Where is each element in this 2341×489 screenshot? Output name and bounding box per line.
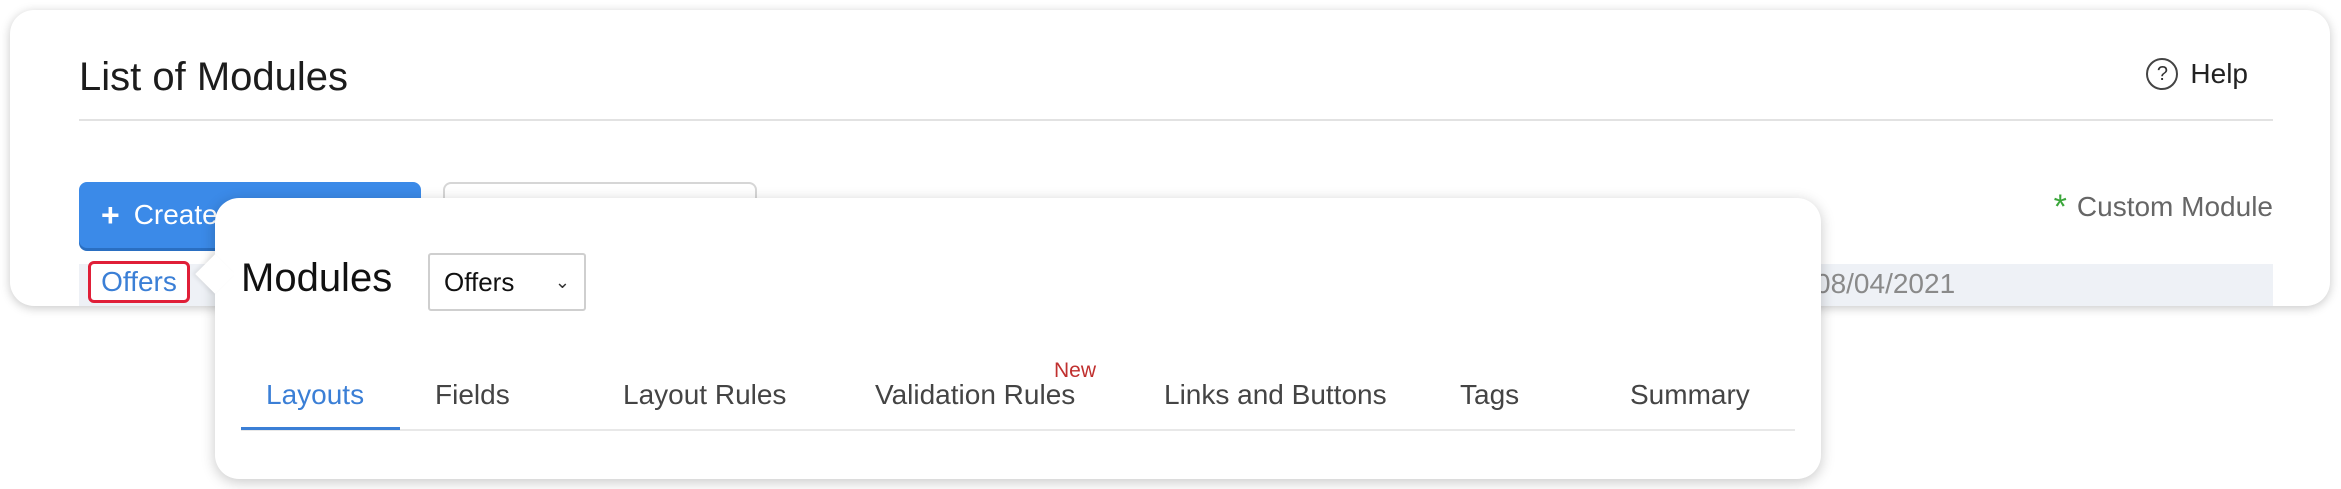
plus-icon: + [101,197,120,233]
help-icon: ? [2146,58,2179,90]
tab-tags[interactable]: Tags [1460,379,1519,411]
settings-tabs: Layouts Fields Layout Rules Validation R… [241,353,1795,431]
row-modified-date: 08/04/2021 [1815,268,1956,299]
tab-links-and-buttons[interactable]: Links and Buttons [1164,379,1387,411]
title-divider [79,119,2273,121]
custom-module-legend-label: Custom Module [2076,191,2273,222]
active-tab-indicator [241,427,400,430]
tab-summary[interactable]: Summary [1630,379,1750,411]
tab-validation-rules[interactable]: Validation Rules [875,379,1075,411]
help-link[interactable]: ? Help [2146,58,2248,90]
create-button-label: Create [133,199,218,230]
tab-layouts[interactable]: Layouts [266,379,364,411]
tab-layout-rules[interactable]: Layout Rules [623,379,786,411]
module-select[interactable]: Offers ⌄ [428,253,586,311]
module-select-value: Offers [444,266,515,297]
chevron-down-icon: ⌄ [554,271,570,292]
offers-module-link[interactable]: Offers [88,261,190,303]
custom-module-star-icon: * [2053,188,2067,226]
page-title: List of Modules [79,55,349,99]
help-label: Help [2190,58,2248,89]
popover-title: Modules [241,256,393,300]
custom-module-legend: * Custom Module [2054,190,2273,224]
new-badge: New [1054,359,1097,382]
module-settings-popover: Modules Offers ⌄ Layouts Fields Layout R… [195,198,1821,479]
tab-fields[interactable]: Fields [435,379,510,411]
